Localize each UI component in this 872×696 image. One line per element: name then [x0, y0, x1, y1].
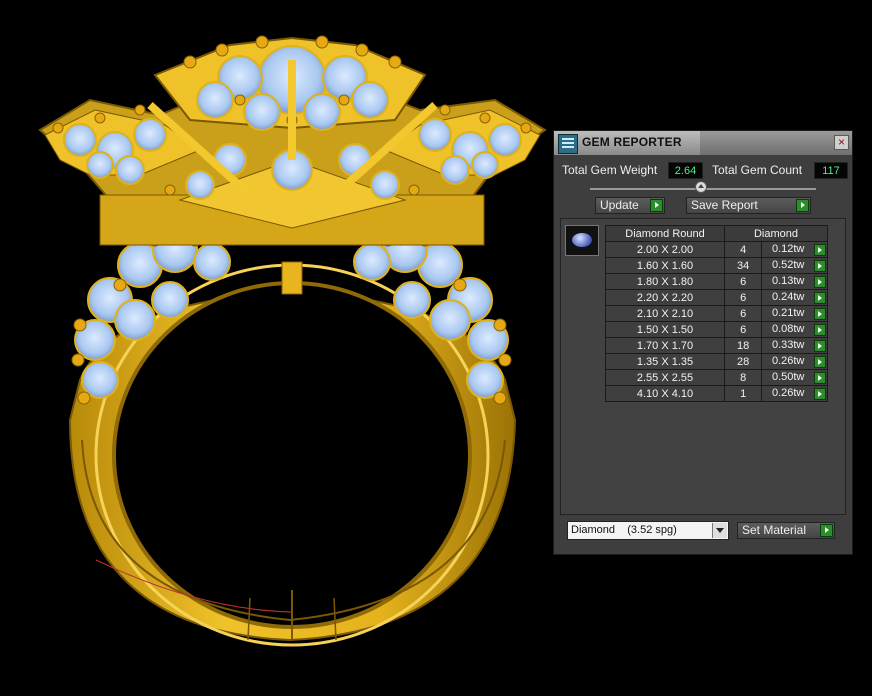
gem-size-cell: 4.10 X 4.10	[605, 385, 725, 402]
column-header-shape: Diamond Round	[605, 225, 725, 242]
table-row[interactable]: 1.50 X 1.50 6 0.08tw	[605, 321, 828, 338]
total-gem-weight-label: Total Gem Weight	[562, 163, 658, 177]
gem-table: Diamond Round Diamond 2.00 X 2.00 4 0.12tw…	[605, 225, 828, 402]
gem-size-cell: 1.50 X 1.50	[605, 321, 725, 338]
green-play-arrow-icon[interactable]	[814, 324, 826, 336]
gem-weight-value: 0.12tw	[771, 243, 805, 255]
gem-count-cell: 28	[723, 353, 763, 370]
green-play-arrow-icon[interactable]	[814, 356, 826, 368]
table-row[interactable]: 1.35 X 1.35 28 0.26tw	[605, 353, 828, 370]
gem-weight-value: 0.21tw	[771, 307, 805, 319]
green-play-arrow-icon[interactable]	[814, 244, 826, 256]
gem-reporter-panel: GEM REPORTER × Total Gem Weight 2.64 Tot…	[553, 130, 853, 555]
table-row[interactable]: 2.00 X 2.00 4 0.12tw	[605, 241, 828, 258]
table-row[interactable]: 2.55 X 2.55 8 0.50tw	[605, 369, 828, 386]
table-row[interactable]: 2.20 X 2.20 6 0.24tw	[605, 289, 828, 306]
gem-weight-value: 0.08tw	[771, 323, 805, 335]
green-play-arrow-icon[interactable]	[814, 292, 826, 304]
gem-weight-cell: 0.13tw	[761, 273, 828, 290]
gem-count-cell: 18	[723, 337, 763, 354]
gem-count-cell: 6	[723, 273, 763, 290]
green-play-arrow-icon[interactable]	[814, 340, 826, 352]
material-select-value: Diamond (3.52 spg)	[571, 524, 677, 536]
green-play-arrow-icon	[650, 199, 663, 212]
gem-size-cell: 1.35 X 1.35	[605, 353, 725, 370]
total-gem-weight-value: 2.64	[668, 162, 703, 179]
gem-weight-cell: 0.08tw	[761, 321, 828, 338]
save-report-button-label: Save Report	[691, 198, 758, 212]
gem-weight-value: 0.13tw	[771, 275, 805, 287]
gem-count-cell: 6	[723, 305, 763, 322]
gem-weight-cell: 0.52tw	[761, 257, 828, 274]
set-material-button-label: Set Material	[742, 523, 807, 537]
gem-list-area[interactable]: Diamond Round Diamond 2.00 X 2.00 4 0.12tw…	[560, 218, 846, 515]
gem-count-cell: 34	[723, 257, 763, 274]
gem-reporter-app-icon	[558, 134, 578, 154]
gem-size-cell: 2.20 X 2.20	[605, 289, 725, 306]
gem-size-cell: 1.60 X 1.60	[605, 257, 725, 274]
table-row[interactable]: 2.10 X 2.10 6 0.21tw	[605, 305, 828, 322]
center-post	[281, 261, 303, 295]
gem-weight-value: 0.24tw	[771, 291, 805, 303]
gem-weight-value: 0.33tw	[771, 339, 805, 351]
gem-weight-value: 0.26tw	[771, 387, 805, 399]
green-play-arrow-icon	[820, 524, 833, 537]
total-gem-count-label: Total Gem Count	[712, 163, 803, 177]
table-row[interactable]: 1.80 X 1.80 6 0.13tw	[605, 273, 828, 290]
green-play-arrow-icon	[796, 199, 809, 212]
green-play-arrow-icon[interactable]	[814, 372, 826, 384]
gem-count-cell: 6	[723, 321, 763, 338]
gem-weight-value: 0.50tw	[771, 371, 805, 383]
gem-weight-cell: 0.21tw	[761, 305, 828, 322]
gem-weight-value: 0.26tw	[771, 355, 805, 367]
gem-table-body: 2.00 X 2.00 4 0.12tw 1.60 X 1.60 34 0.52tw 1.8…	[605, 241, 828, 402]
update-button-label: Update	[600, 198, 639, 212]
gem-weight-cell: 0.26tw	[761, 385, 828, 402]
gem-count-cell: 1	[723, 385, 763, 402]
slider-handle[interactable]	[695, 181, 707, 193]
total-gem-count-value: 117	[814, 162, 848, 179]
set-material-button[interactable]: Set Material	[737, 522, 835, 539]
gem-weight-value: 0.52tw	[771, 259, 805, 271]
gem-size-cell: 2.55 X 2.55	[605, 369, 725, 386]
green-play-arrow-icon[interactable]	[814, 388, 826, 400]
table-row[interactable]: 4.10 X 4.10 1 0.26tw	[605, 385, 828, 402]
column-header-material: Diamond	[724, 225, 828, 242]
gem-weight-cell: 0.26tw	[761, 353, 828, 370]
gem-weight-cell: 0.24tw	[761, 289, 828, 306]
window-title: GEM REPORTER	[582, 135, 682, 149]
title-bar[interactable]: GEM REPORTER ×	[554, 131, 852, 155]
gem-size-cell: 1.80 X 1.80	[605, 273, 725, 290]
table-row[interactable]: 1.60 X 1.60 34 0.52tw	[605, 257, 828, 274]
material-select[interactable]: Diamond (3.52 spg)	[567, 521, 729, 540]
gem-weight-cell: 0.33tw	[761, 337, 828, 354]
gem-count-cell: 8	[723, 369, 763, 386]
save-report-button[interactable]: Save Report	[686, 197, 811, 214]
gem-weight-cell: 0.12tw	[761, 241, 828, 258]
update-button[interactable]: Update	[595, 197, 665, 214]
gem-count-cell: 6	[723, 289, 763, 306]
gem-count-cell: 4	[723, 241, 763, 258]
gem-size-cell: 2.10 X 2.10	[605, 305, 725, 322]
green-play-arrow-icon[interactable]	[814, 276, 826, 288]
green-play-arrow-icon[interactable]	[814, 260, 826, 272]
gem-weight-cell: 0.50tw	[761, 369, 828, 386]
table-row[interactable]: 1.70 X 1.70 18 0.33tw	[605, 337, 828, 354]
green-play-arrow-icon[interactable]	[814, 308, 826, 320]
gem-size-cell: 2.00 X 2.00	[605, 241, 725, 258]
round-diamond-icon[interactable]	[565, 225, 599, 256]
gem-size-cell: 1.70 X 1.70	[605, 337, 725, 354]
close-button[interactable]: ×	[834, 135, 849, 150]
close-icon: ×	[837, 135, 845, 149]
chevron-down-icon[interactable]	[712, 523, 727, 538]
